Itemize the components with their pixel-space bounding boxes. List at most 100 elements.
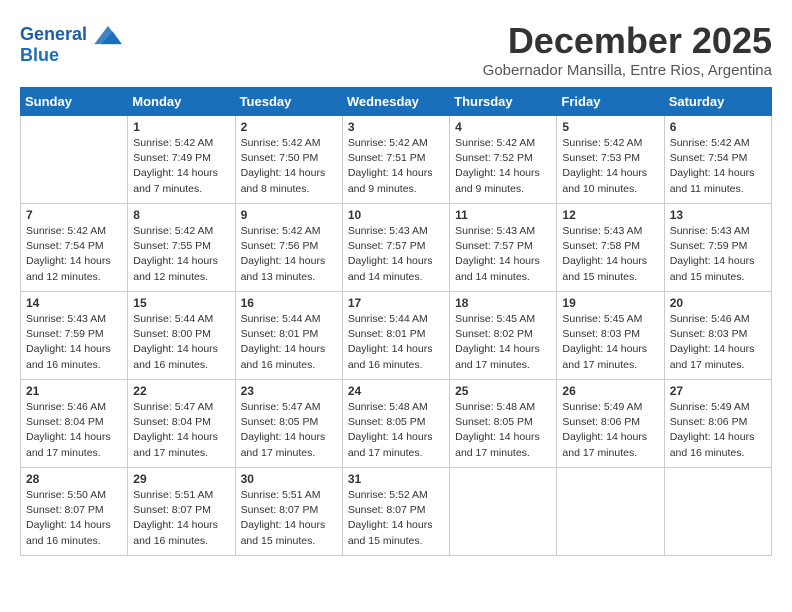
week-row-2: 14Sunrise: 5:43 AMSunset: 7:59 PMDayligh… <box>21 292 772 380</box>
title-area: December 2025 Gobernador Mansilla, Entre… <box>483 20 772 79</box>
day-number: 22 <box>133 384 229 398</box>
day-number: 17 <box>348 296 444 310</box>
header-saturday: Saturday <box>664 88 771 116</box>
sunset: Sunset: 8:03 PM <box>562 328 640 340</box>
sunset: Sunset: 8:07 PM <box>26 504 104 516</box>
sunset: Sunset: 7:50 PM <box>241 152 319 164</box>
day-number: 13 <box>670 208 766 222</box>
calendar-cell: 17Sunrise: 5:44 AMSunset: 8:01 PMDayligh… <box>342 292 449 380</box>
calendar-cell: 6Sunrise: 5:42 AMSunset: 7:54 PMDaylight… <box>664 116 771 204</box>
daylight: Daylight: 14 hours and 15 minutes. <box>241 519 326 546</box>
sunrise: Sunrise: 5:43 AM <box>562 225 642 237</box>
cell-content: Sunrise: 5:44 AMSunset: 8:01 PMDaylight:… <box>348 312 444 373</box>
cell-content: Sunrise: 5:47 AMSunset: 8:04 PMDaylight:… <box>133 400 229 461</box>
sunset: Sunset: 8:00 PM <box>133 328 211 340</box>
sunrise: Sunrise: 5:44 AM <box>133 313 213 325</box>
cell-content: Sunrise: 5:49 AMSunset: 8:06 PMDaylight:… <box>670 400 766 461</box>
cell-content: Sunrise: 5:43 AMSunset: 7:59 PMDaylight:… <box>670 224 766 285</box>
cell-content: Sunrise: 5:42 AMSunset: 7:54 PMDaylight:… <box>26 224 122 285</box>
day-number: 9 <box>241 208 337 222</box>
sunrise: Sunrise: 5:45 AM <box>562 313 642 325</box>
calendar-cell: 1Sunrise: 5:42 AMSunset: 7:49 PMDaylight… <box>128 116 235 204</box>
cell-content: Sunrise: 5:42 AMSunset: 7:51 PMDaylight:… <box>348 136 444 197</box>
daylight: Daylight: 14 hours and 16 minutes. <box>26 519 111 546</box>
daylight: Daylight: 14 hours and 13 minutes. <box>241 255 326 282</box>
cell-content: Sunrise: 5:43 AMSunset: 7:57 PMDaylight:… <box>455 224 551 285</box>
day-number: 16 <box>241 296 337 310</box>
calendar-cell: 5Sunrise: 5:42 AMSunset: 7:53 PMDaylight… <box>557 116 664 204</box>
cell-content: Sunrise: 5:48 AMSunset: 8:05 PMDaylight:… <box>348 400 444 461</box>
week-row-1: 7Sunrise: 5:42 AMSunset: 7:54 PMDaylight… <box>21 204 772 292</box>
sunrise: Sunrise: 5:42 AM <box>670 137 750 149</box>
sunset: Sunset: 8:06 PM <box>562 416 640 428</box>
cell-content: Sunrise: 5:43 AMSunset: 7:58 PMDaylight:… <box>562 224 658 285</box>
sunrise: Sunrise: 5:48 AM <box>455 401 535 413</box>
calendar-cell: 13 Sunrise: 5:43 AMSunset: 7:59 PMDayligh… <box>664 204 771 292</box>
logo-blue: Blue <box>20 46 122 66</box>
daylight: Daylight: 14 hours and 10 minutes. <box>562 167 647 194</box>
cell-content: Sunrise: 5:42 AMSunset: 7:56 PMDaylight:… <box>241 224 337 285</box>
cell-content: Sunrise: 5:43 AMSunset: 7:57 PMDaylight:… <box>348 224 444 285</box>
calendar-cell: 11Sunrise: 5:43 AMSunset: 7:57 PMDayligh… <box>450 204 557 292</box>
sunrise: Sunrise: 5:44 AM <box>348 313 428 325</box>
calendar-cell <box>450 468 557 556</box>
calendar-cell: 28Sunrise: 5:50 AMSunset: 8:07 PMDayligh… <box>21 468 128 556</box>
cell-content: Sunrise: 5:43 AMSunset: 7:59 PMDaylight:… <box>26 312 122 373</box>
daylight: Daylight: 14 hours and 15 minutes. <box>670 255 755 282</box>
sunset: Sunset: 7:56 PM <box>241 240 319 252</box>
sunrise: Sunrise: 5:42 AM <box>26 225 106 237</box>
day-number: 2 <box>241 120 337 134</box>
calendar-cell: 20Sunrise: 5:46 AMSunset: 8:03 PMDayligh… <box>664 292 771 380</box>
sunset: Sunset: 7:57 PM <box>455 240 533 252</box>
cell-content: Sunrise: 5:42 AMSunset: 7:52 PMDaylight:… <box>455 136 551 197</box>
calendar-cell: 7Sunrise: 5:42 AMSunset: 7:54 PMDaylight… <box>21 204 128 292</box>
calendar-cell <box>21 116 128 204</box>
logo-text: General <box>20 24 122 46</box>
sunrise: Sunrise: 5:44 AM <box>241 313 321 325</box>
sunrise: Sunrise: 5:42 AM <box>455 137 535 149</box>
calendar-cell: 30Sunrise: 5:51 AMSunset: 8:07 PMDayligh… <box>235 468 342 556</box>
sunset: Sunset: 8:05 PM <box>455 416 533 428</box>
calendar-cell <box>664 468 771 556</box>
calendar-cell: 25Sunrise: 5:48 AMSunset: 8:05 PMDayligh… <box>450 380 557 468</box>
day-number: 6 <box>670 120 766 134</box>
day-number: 4 <box>455 120 551 134</box>
sunrise: Sunrise: 5:42 AM <box>133 225 213 237</box>
calendar-cell: 22 Sunrise: 5:47 AMSunset: 8:04 PMDayligh… <box>128 380 235 468</box>
day-number: 27 <box>670 384 766 398</box>
sunset: Sunset: 8:05 PM <box>241 416 319 428</box>
calendar-cell: 12 Sunrise: 5:43 AMSunset: 7:58 PMDayligh… <box>557 204 664 292</box>
daylight: Daylight: 14 hours and 12 minutes. <box>26 255 111 282</box>
sunrise: Sunrise: 5:52 AM <box>348 489 428 501</box>
sunset: Sunset: 7:52 PM <box>455 152 533 164</box>
day-number: 24 <box>348 384 444 398</box>
sunset: Sunset: 8:04 PM <box>133 416 211 428</box>
cell-content: Sunrise: 5:47 AMSunset: 8:05 PMDaylight:… <box>241 400 337 461</box>
daylight: Daylight: 14 hours and 16 minutes. <box>241 343 326 370</box>
cell-content: Sunrise: 5:42 AMSunset: 7:55 PMDaylight:… <box>133 224 229 285</box>
calendar-cell: 8Sunrise: 5:42 AMSunset: 7:55 PMDaylight… <box>128 204 235 292</box>
day-number: 12 <box>562 208 658 222</box>
daylight: Daylight: 14 hours and 17 minutes. <box>241 431 326 458</box>
calendar-cell: 10Sunrise: 5:43 AMSunset: 7:57 PMDayligh… <box>342 204 449 292</box>
week-row-4: 28Sunrise: 5:50 AMSunset: 8:07 PMDayligh… <box>21 468 772 556</box>
daylight: Daylight: 14 hours and 16 minutes. <box>133 519 218 546</box>
calendar-cell: 3Sunrise: 5:42 AMSunset: 7:51 PMDaylight… <box>342 116 449 204</box>
daylight: Daylight: 14 hours and 15 minutes. <box>348 519 433 546</box>
logo-icon <box>94 24 122 46</box>
sunrise: Sunrise: 5:42 AM <box>562 137 642 149</box>
day-number: 31 <box>348 472 444 486</box>
sunrise: Sunrise: 5:46 AM <box>26 401 106 413</box>
sunset: Sunset: 8:01 PM <box>348 328 426 340</box>
logo: General Blue <box>20 24 122 66</box>
calendar-cell: 31Sunrise: 5:52 AMSunset: 8:07 PMDayligh… <box>342 468 449 556</box>
day-number: 26 <box>562 384 658 398</box>
sunrise: Sunrise: 5:43 AM <box>26 313 106 325</box>
daylight: Daylight: 14 hours and 17 minutes. <box>562 343 647 370</box>
calendar-cell: 26Sunrise: 5:49 AMSunset: 8:06 PMDayligh… <box>557 380 664 468</box>
location: Gobernador Mansilla, Entre Rios, Argenti… <box>483 62 772 79</box>
week-row-3: 21Sunrise: 5:46 AMSunset: 8:04 PMDayligh… <box>21 380 772 468</box>
week-row-0: 1Sunrise: 5:42 AMSunset: 7:49 PMDaylight… <box>21 116 772 204</box>
sunset: Sunset: 7:59 PM <box>26 328 104 340</box>
sunrise: Sunrise: 5:51 AM <box>133 489 213 501</box>
